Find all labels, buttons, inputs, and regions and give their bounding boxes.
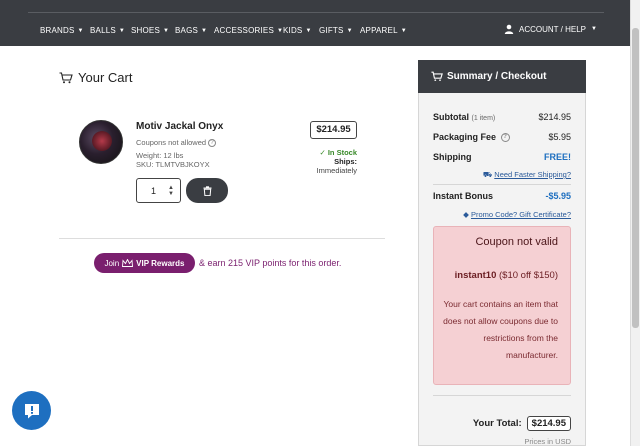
summary-header: Summary / Checkout (418, 60, 586, 93)
nav-brands-label: BRANDS (40, 26, 75, 35)
coupon-error-alert: Coupon not valid instant10 ($10 off $150… (433, 226, 571, 385)
nav-balls-label: BALLS (90, 26, 116, 35)
nav-divider (28, 12, 604, 13)
coupon-code: instant10 (454, 270, 497, 281)
summary-divider (433, 395, 571, 396)
coupon-code-line: instant10 ($10 off $150) (434, 270, 570, 281)
help-icon[interactable]: ? (208, 139, 217, 148)
packaging-label: Packaging Fee ? (433, 132, 510, 143)
ball-logo (92, 131, 112, 151)
quantity-select[interactable]: 1 ▲ ▼ (136, 178, 181, 203)
nav-apparel[interactable]: APPAREL ▼ (360, 26, 407, 35)
nav-shoes[interactable]: SHOES ▼ (131, 26, 169, 35)
subtotal-value: $214.95 (538, 112, 571, 122)
account-help-label: ACCOUNT / HELP (519, 24, 586, 34)
packaging-value: $5.95 (548, 132, 571, 143)
product-image[interactable] (79, 120, 123, 164)
scrollbar-thumb[interactable] (632, 28, 639, 328)
coupons-note: Coupons not allowed? (136, 138, 217, 148)
scrollbar[interactable] (630, 0, 640, 446)
coupon-detail: ($10 off $150) (499, 270, 558, 281)
cart-heading: Your Cart (59, 70, 132, 85)
faster-shipping-link[interactable]: ⛟ Need Faster Shipping? (483, 170, 571, 180)
quantity-value: 1 (151, 186, 157, 196)
summary-title: Summary / Checkout (447, 71, 547, 82)
remove-item-button[interactable] (186, 178, 228, 203)
help-icon[interactable]: ? (500, 133, 510, 143)
chat-icon (24, 403, 39, 418)
coupons-note-text: Coupons not allowed (136, 138, 207, 147)
promo-code-text: Promo Code? Gift Certificate? (470, 210, 571, 219)
crown-icon (122, 259, 134, 267)
cart-icon (59, 71, 73, 83)
nav-accessories[interactable]: ACCESSORIES ▼ (214, 26, 283, 35)
shipping-row: Shipping FREE! (433, 152, 571, 162)
item-price: $214.95 (310, 121, 357, 139)
subtotal-row: Subtotal (1 item) $214.95 (433, 112, 571, 122)
packaging-label-text: Packaging Fee (433, 132, 497, 142)
nav-kids[interactable]: KIDS ▼ (283, 26, 312, 35)
total-value: $214.95 (526, 416, 571, 431)
nav-gifts-label: GIFTS (319, 26, 344, 35)
summary-divider (433, 184, 571, 185)
coupon-error-title: Coupon not valid (475, 236, 558, 248)
coupon-error-message: Your cart contains an item that does not… (443, 299, 558, 360)
shipping-value: FREE! (544, 152, 571, 162)
cart-icon (431, 71, 443, 82)
ships-when: Immediately (316, 166, 357, 175)
nav-balls[interactable]: BALLS ▼ (90, 26, 125, 35)
vip-points-text: & earn 215 VIP points for this order. (199, 258, 342, 268)
nav-accessories-label: ACCESSORIES (214, 26, 274, 35)
bonus-label: Instant Bonus (433, 191, 493, 201)
cart-title: Your Cart (78, 70, 133, 85)
vip-join-text: Join (104, 258, 120, 268)
subtotal-items: (1 item) (471, 115, 496, 122)
caret-down-icon: ▼ (346, 28, 353, 34)
caret-down-icon: ▼ (590, 26, 597, 32)
nav-brands[interactable]: BRANDS ▼ (40, 26, 84, 35)
subtotal-label-text: Subtotal (433, 112, 469, 122)
shipping-label: Shipping (433, 152, 472, 162)
caret-down-icon: ▼ (201, 28, 208, 34)
ships-label: Ships: (334, 157, 357, 166)
nav-shoes-label: SHOES (131, 26, 161, 35)
account-help-menu[interactable]: ACCOUNT / HELP ▼ (504, 24, 597, 34)
currency-note: Prices in USD (524, 437, 571, 446)
top-navigation: BRANDS ▼ BALLS ▼ SHOES ▼ BAGS ▼ ACCESSORIES ▼… (0, 0, 640, 46)
tag-icon: ◆ (463, 210, 469, 219)
join-vip-button[interactable]: Join VIP Rewards (94, 253, 195, 273)
vip-label: VIP Rewards (136, 258, 185, 268)
bonus-value: -$5.95 (545, 191, 571, 201)
promo-code-link[interactable]: ◆ Promo Code? Gift Certificate? (463, 210, 571, 219)
subtotal-label: Subtotal (1 item) (433, 112, 495, 122)
nav-kids-label: KIDS (283, 26, 303, 35)
caret-down-icon: ▼ (305, 28, 312, 34)
product-name[interactable]: Motiv Jackal Onyx (136, 121, 223, 132)
product-weight: Weight: 12 lbs (136, 151, 184, 160)
packaging-row: Packaging Fee ? $5.95 (433, 132, 571, 143)
nav-bags[interactable]: BAGS ▼ (175, 26, 207, 35)
trash-icon (203, 185, 211, 196)
caret-down-icon: ▼ (163, 28, 170, 34)
caret-down-icon: ▼ (77, 28, 84, 34)
truck-icon: ⛟ (482, 170, 493, 179)
faster-shipping-text: Need Faster Shipping? (494, 170, 571, 179)
caret-down-icon: ▼ (118, 28, 126, 34)
nav-bags-label: BAGS (175, 26, 199, 35)
user-icon (504, 24, 514, 34)
nav-apparel-label: APPAREL (360, 26, 398, 35)
cart-divider (59, 238, 385, 239)
chat-button[interactable] (12, 391, 51, 430)
total-row: Your Total: $214.95 (433, 416, 571, 431)
caret-down-icon: ▼ (400, 28, 407, 34)
product-sku: SKU: TLMTVBJKOYX (136, 160, 210, 169)
spinner-icon: ▲ ▼ (168, 185, 174, 197)
nav-gifts[interactable]: GIFTS ▼ (319, 26, 353, 35)
total-label: Your Total: (472, 418, 522, 429)
stock-status: ✓ In Stock (319, 148, 357, 157)
bonus-row: Instant Bonus -$5.95 (433, 191, 571, 201)
